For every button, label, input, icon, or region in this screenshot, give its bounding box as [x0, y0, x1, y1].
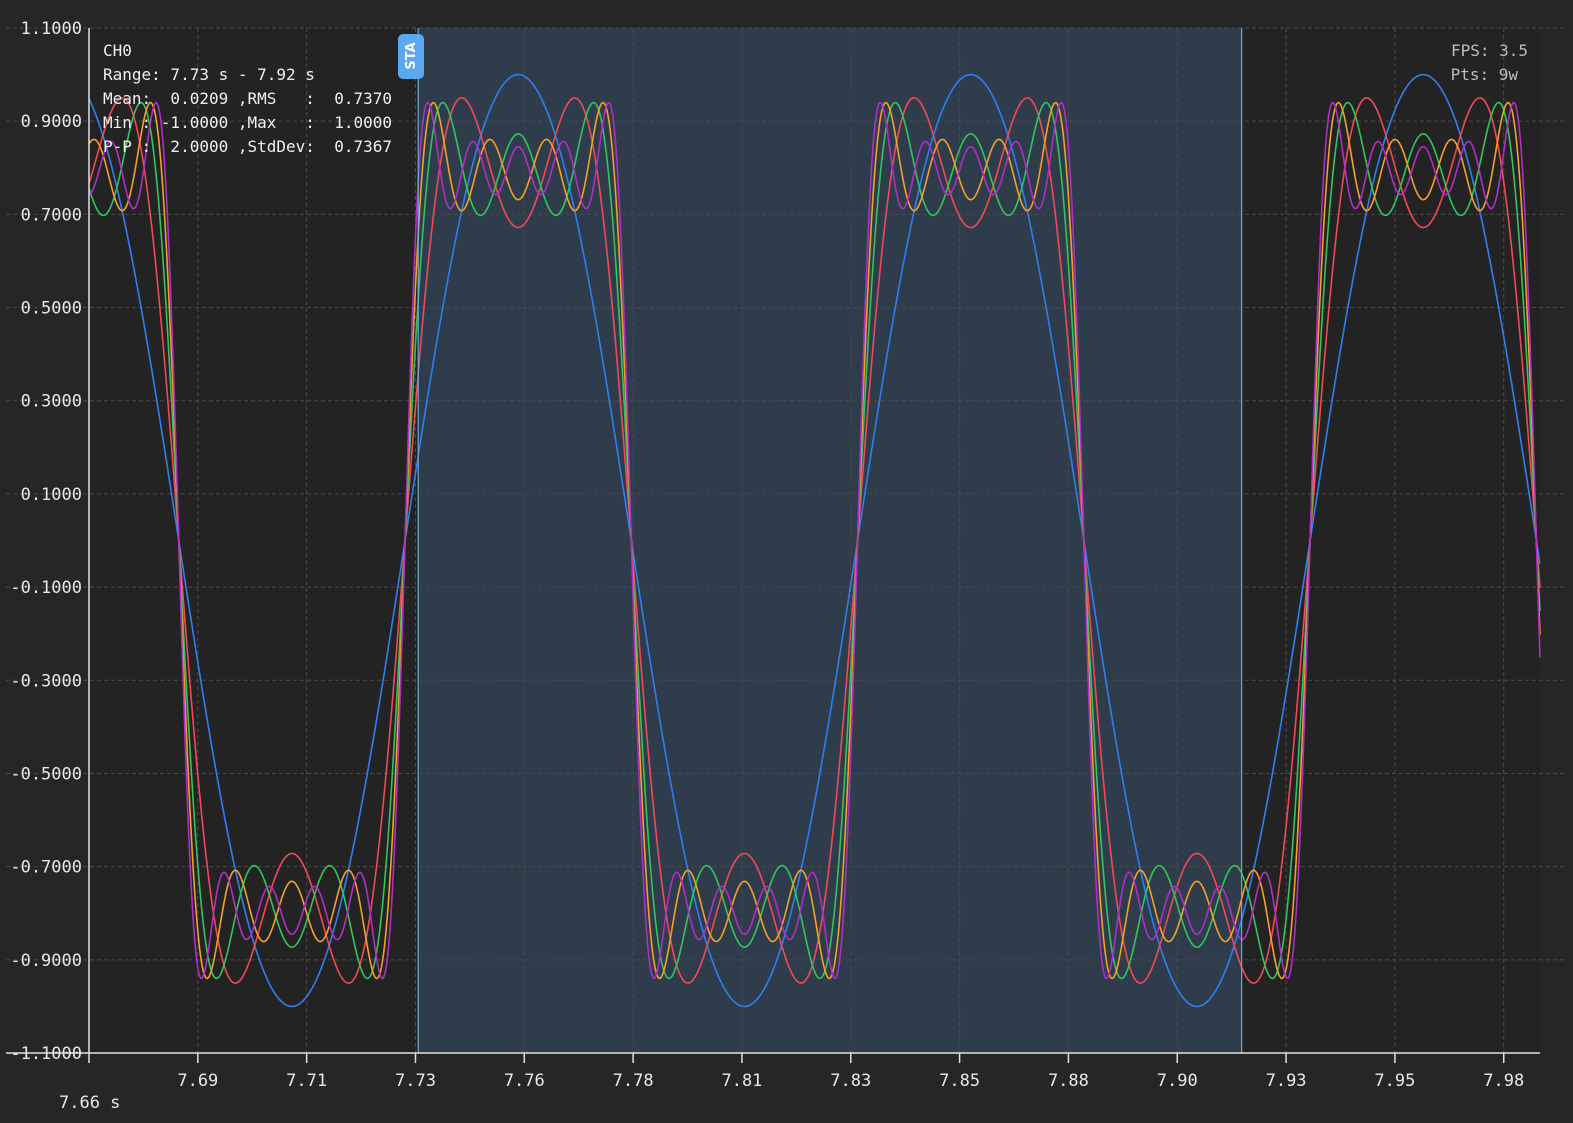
info-min-max: Min : -1.0000 ,Max : 1.0000: [103, 113, 392, 132]
x-origin-label: 7.66 s: [59, 1093, 120, 1113]
y-tick-label: -0.5000: [10, 764, 82, 784]
x-tick-label: 7.93: [1266, 1071, 1307, 1091]
x-tick-label: 7.78: [613, 1071, 654, 1091]
oscilloscope-view[interactable]: STA 1.1000 0.9000 0.7000 0.5000 0.3000 0.1000…: [0, 0, 1573, 1119]
y-tick-label: 0.3000: [21, 392, 82, 412]
y-tick-label: -0.1000: [10, 578, 82, 598]
y-tick-labels: 1.1000 0.9000 0.7000 0.5000 0.3000 0.1000 -0.1…: [10, 19, 82, 1064]
points-readout: Pts: 9w: [1451, 65, 1519, 84]
info-range: Range: 7.73 s - 7.92 s: [103, 65, 315, 84]
start-marker-label: STA: [404, 42, 419, 69]
y-tick-label: 0.9000: [21, 112, 82, 132]
x-tick-label: 7.88: [1048, 1071, 1089, 1091]
y-tick-label: 0.5000: [21, 299, 82, 319]
y-tick-label: -1.1000: [10, 1044, 82, 1064]
x-tick-label: 7.90: [1157, 1071, 1198, 1091]
x-tick-label: 7.85: [939, 1071, 980, 1091]
y-tick-label: 1.1000: [21, 19, 82, 39]
x-tick-label: 7.81: [721, 1071, 762, 1091]
fps-readout: FPS: 3.5: [1451, 41, 1528, 60]
y-tick-label: -0.3000: [10, 671, 82, 691]
x-tick-label: 7.83: [830, 1071, 871, 1091]
waveform-chart[interactable]: STA 1.1000 0.9000 0.7000 0.5000 0.3000 0.1000…: [0, 0, 1573, 1119]
x-tick-label: 7.76: [504, 1071, 545, 1091]
x-tick-labels: 7.69 7.71 7.73 7.76 7.78 7.81 7.83 7.85 7.88 7.90…: [88, 1053, 1524, 1091]
y-tick-label: 0.7000: [21, 205, 82, 225]
x-tick-label: 7.71: [286, 1071, 327, 1091]
y-tick-label: 0.1000: [21, 485, 82, 505]
info-mean-rms: Mean: 0.0209 ,RMS : 0.7370: [103, 89, 392, 108]
start-marker-badge[interactable]: STA: [398, 34, 424, 79]
x-tick-label: 7.73: [395, 1071, 436, 1091]
x-tick-label: 7.98: [1483, 1071, 1524, 1091]
x-tick-label: 7.69: [177, 1071, 218, 1091]
y-tick-label: -0.9000: [10, 951, 82, 971]
x-tick-label: 7.95: [1374, 1071, 1415, 1091]
info-channel: CH0: [103, 41, 132, 60]
y-tick-label: -0.7000: [10, 858, 82, 878]
info-pp-std: P-P : 2.0000 ,StdDev: 0.7367: [103, 137, 392, 156]
